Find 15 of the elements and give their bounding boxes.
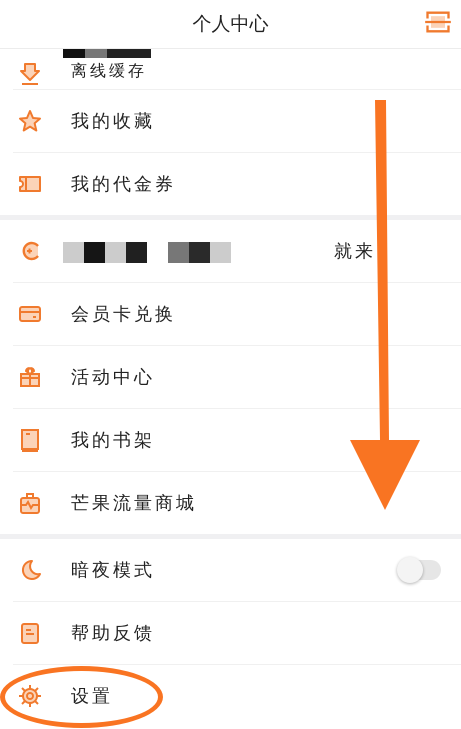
menu-item[interactable]: 芒果流量商城 [13, 472, 461, 534]
briefcase-icon [18, 491, 42, 515]
page-title: 个人中心 [192, 12, 268, 37]
menu-item[interactable]: 我的代金券 [13, 153, 461, 215]
star-icon [18, 109, 42, 133]
settings-icon [18, 684, 42, 708]
download-icon [18, 61, 42, 85]
menu-item[interactable]: 设置 [13, 665, 461, 727]
menu-item[interactable]: 帮助反馈 [13, 602, 461, 665]
menu-item[interactable]: 暗夜模式 [13, 539, 461, 602]
menu-item[interactable]: 离线缓存 [13, 49, 461, 90]
gift-icon [18, 365, 42, 389]
clipboard-icon [18, 621, 42, 645]
book-icon [18, 428, 42, 452]
toggle-switch[interactable] [399, 560, 441, 580]
